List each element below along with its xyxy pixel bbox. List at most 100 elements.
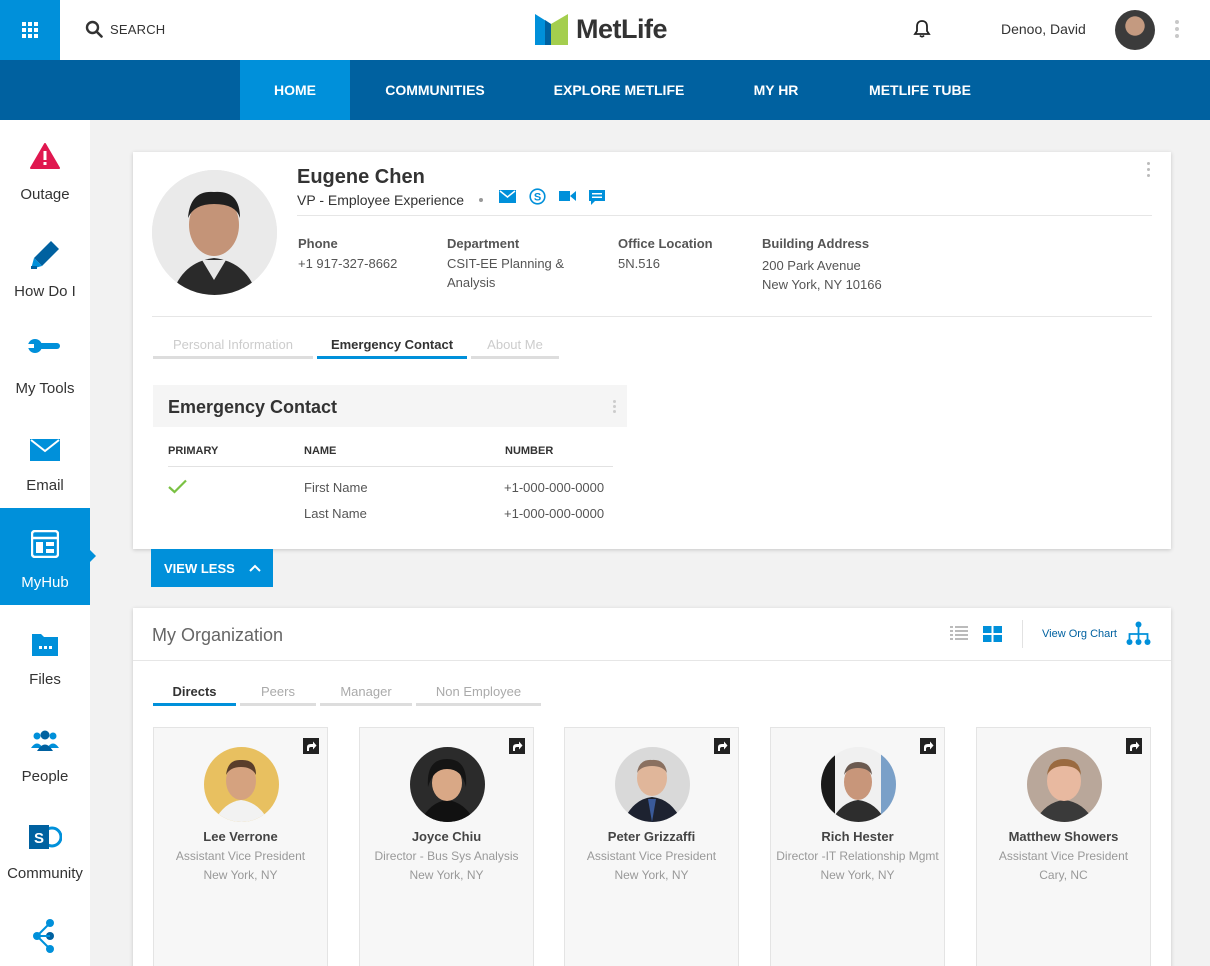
notifications-button[interactable] bbox=[912, 19, 932, 44]
building-label: Building Address bbox=[762, 236, 870, 251]
profile-photo bbox=[152, 170, 277, 295]
office-value: 5N.516 bbox=[618, 256, 660, 271]
sidebar-item-label: Email bbox=[26, 477, 64, 494]
tab-manager[interactable]: Manager bbox=[320, 684, 412, 706]
network-icon bbox=[33, 919, 54, 953]
org-tabs: Directs Peers Manager Non Employee bbox=[153, 684, 541, 706]
share-icon[interactable] bbox=[1126, 738, 1142, 754]
nav-explore-metlife[interactable]: EXPLORE METLIFE bbox=[539, 60, 699, 120]
grid-icon bbox=[22, 22, 38, 38]
list-view-icon[interactable] bbox=[950, 626, 968, 640]
share-icon[interactable] bbox=[714, 738, 730, 754]
skype-icon[interactable]: S bbox=[529, 188, 546, 205]
department-value: CSIT-EE Planning & bbox=[447, 256, 565, 271]
app-launcher-button[interactable] bbox=[0, 0, 60, 60]
nav-metlife-tube[interactable]: METLIFE TUBE bbox=[855, 60, 985, 120]
org-chart-icon[interactable] bbox=[1126, 621, 1151, 646]
view-org-chart-link[interactable]: View Org Chart bbox=[1042, 628, 1117, 640]
more-options-icon[interactable] bbox=[1175, 20, 1179, 38]
chat-icon[interactable] bbox=[589, 190, 605, 205]
tab-personal-information[interactable]: Personal Information bbox=[153, 337, 313, 359]
sidebar-item-network[interactable] bbox=[0, 896, 90, 966]
check-icon bbox=[168, 479, 187, 494]
person-card[interactable]: Peter Grizzaffi Assistant Vice President… bbox=[564, 727, 739, 966]
person-card[interactable]: Joyce Chiu Director - Bus Sys Analysis N… bbox=[359, 727, 534, 966]
department-field: Department CSIT-EE Planning & Analysis bbox=[447, 234, 564, 292]
share-icon[interactable] bbox=[303, 738, 319, 754]
sidebar: Outage How Do I My Tools Email MyHub Fil… bbox=[0, 120, 96, 966]
sidebar-item-files[interactable]: Files bbox=[0, 605, 90, 702]
emergency-contact-title: Emergency Contact bbox=[168, 397, 338, 417]
tab-peers[interactable]: Peers bbox=[240, 684, 316, 706]
divider bbox=[168, 466, 613, 467]
person-card[interactable]: Matthew Showers Assistant Vice President… bbox=[976, 727, 1151, 966]
grid-view-icon[interactable] bbox=[983, 626, 1002, 642]
tab-directs[interactable]: Directs bbox=[153, 684, 236, 706]
svg-text:S: S bbox=[534, 192, 541, 204]
person-photo bbox=[204, 747, 279, 822]
office-label: Office Location bbox=[618, 236, 713, 251]
person-photo bbox=[615, 747, 690, 822]
organization-card: My Organization View Org Chart Directs P… bbox=[133, 608, 1171, 966]
person-card[interactable]: Lee Verrone Assistant Vice President New… bbox=[153, 727, 328, 966]
search-label: SEARCH bbox=[110, 21, 166, 37]
sidebar-item-people[interactable]: People bbox=[0, 702, 90, 799]
sidebar-item-email[interactable]: Email bbox=[0, 411, 90, 508]
search-icon bbox=[85, 20, 103, 38]
sidebar-item-myhub[interactable]: MyHub bbox=[0, 508, 96, 605]
share-icon[interactable] bbox=[509, 738, 525, 754]
contact-name: Last Name bbox=[304, 506, 367, 521]
hub-icon bbox=[31, 530, 59, 558]
divider bbox=[1022, 620, 1023, 648]
pen-icon bbox=[31, 241, 59, 269]
people-icon bbox=[31, 730, 59, 751]
search-button[interactable]: SEARCH bbox=[85, 20, 165, 38]
sidebar-item-community[interactable]: S Community bbox=[0, 799, 90, 896]
person-title: Assistant Vice President bbox=[586, 849, 717, 863]
person-location: Cary, NC bbox=[1039, 868, 1088, 882]
sidebar-item-how-do-i[interactable]: How Do I bbox=[0, 217, 90, 314]
sidebar-item-label: People bbox=[21, 768, 69, 785]
column-header-number: NUMBER bbox=[505, 445, 554, 457]
view-less-button[interactable]: VIEW LESS bbox=[151, 549, 273, 587]
metlife-logo[interactable]: MetLife bbox=[535, 14, 668, 45]
department-value-2: Analysis bbox=[447, 275, 496, 290]
folder-icon bbox=[32, 634, 58, 656]
sidebar-item-label: Outage bbox=[20, 186, 70, 203]
tab-non-employee[interactable]: Non Employee bbox=[416, 684, 541, 706]
sidebar-item-label: Files bbox=[29, 671, 61, 688]
user-name[interactable]: Denoo, David bbox=[1001, 21, 1086, 37]
person-card[interactable]: Rich Hester Director -IT Relationship Mg… bbox=[770, 727, 945, 966]
column-header-name: NAME bbox=[304, 445, 337, 457]
top-bar: SEARCH MetLife Denoo, David bbox=[0, 0, 1210, 60]
profile-tabs: Personal Information Emergency Contact A… bbox=[153, 337, 559, 359]
user-avatar[interactable] bbox=[1115, 10, 1155, 50]
nav-communities[interactable]: COMMUNITIES bbox=[370, 60, 500, 120]
person-name: Rich Hester bbox=[821, 829, 894, 844]
person-location: New York, NY bbox=[203, 868, 278, 882]
nav-home[interactable]: HOME bbox=[240, 60, 350, 120]
profile-card: Eugene Chen VP - Employee Experience S P… bbox=[133, 152, 1171, 549]
sidebar-item-my-tools[interactable]: My Tools bbox=[0, 314, 90, 411]
email-icon[interactable] bbox=[499, 190, 516, 203]
person-photo bbox=[821, 747, 896, 822]
video-icon[interactable] bbox=[559, 190, 576, 202]
profile-name: Eugene Chen bbox=[297, 166, 425, 188]
phone-value[interactable]: +1 917-327-8662 bbox=[298, 254, 397, 273]
sharepoint-icon: S bbox=[29, 825, 62, 849]
tab-emergency-contact[interactable]: Emergency Contact bbox=[317, 337, 467, 359]
sidebar-item-outage[interactable]: Outage bbox=[0, 120, 90, 217]
contact-number: +1-000-000-0000 bbox=[504, 480, 605, 495]
emergency-more-icon[interactable] bbox=[613, 400, 616, 413]
person-name: Peter Grizzaffi bbox=[607, 829, 696, 844]
profile-more-icon[interactable] bbox=[1147, 162, 1150, 177]
chevron-up-icon bbox=[249, 564, 261, 572]
tab-about-me[interactable]: About Me bbox=[471, 337, 559, 359]
building-field: Building Address 200 Park Avenue New Yor… bbox=[762, 234, 882, 294]
sidebar-item-label: Community bbox=[7, 865, 83, 882]
share-icon[interactable] bbox=[920, 738, 936, 754]
wrench-icon bbox=[28, 339, 60, 353]
envelope-icon bbox=[30, 439, 60, 461]
metlife-logo-mark bbox=[535, 14, 568, 45]
nav-my-hr[interactable]: MY HR bbox=[740, 60, 812, 120]
